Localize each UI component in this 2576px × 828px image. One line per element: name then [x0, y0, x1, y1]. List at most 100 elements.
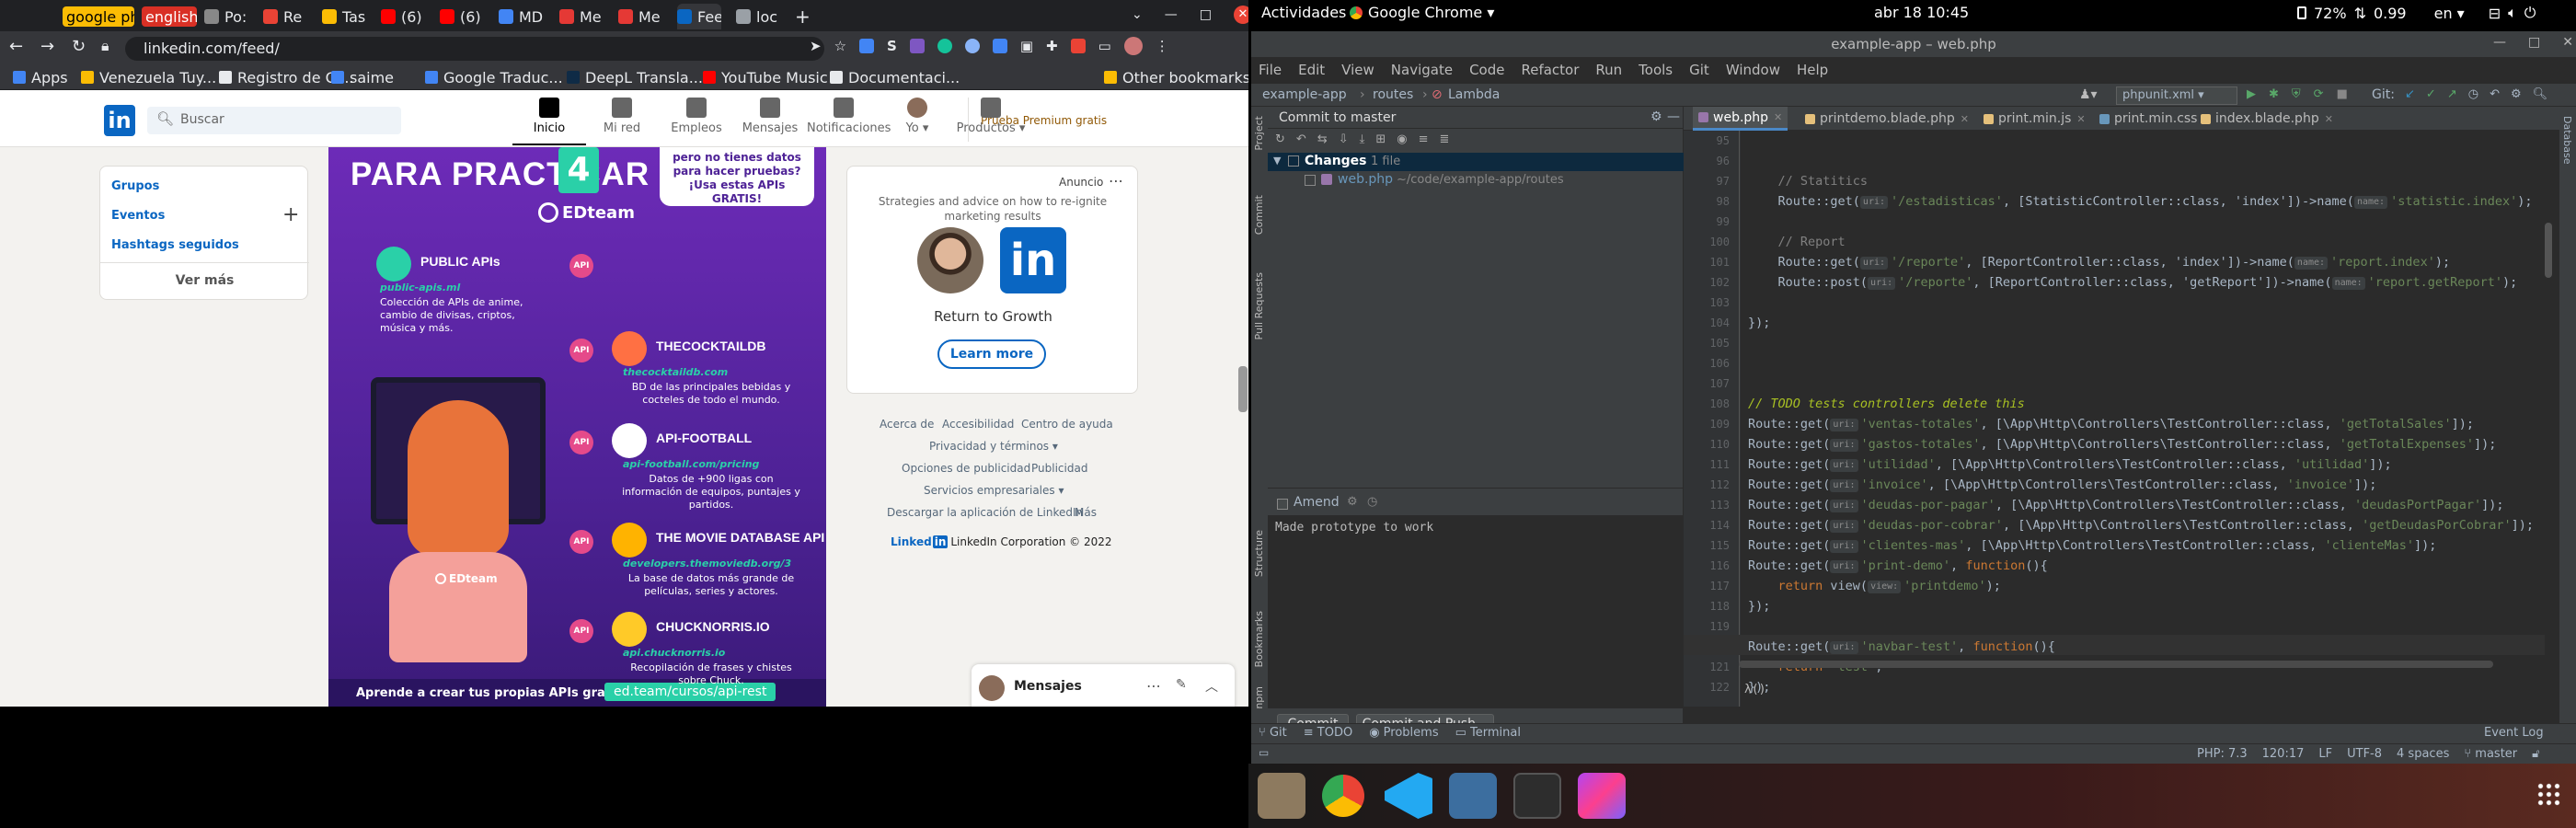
rollback-icon[interactable]: ↶ [1296, 132, 1306, 146]
maximize-icon[interactable]: □ [1200, 7, 1212, 22]
ad-learn-more-button[interactable]: Learn more [937, 339, 1046, 369]
browser-tab[interactable]: Me [559, 4, 604, 29]
status-position[interactable]: 120:17 [2262, 747, 2305, 761]
commit-message-input[interactable]: Made prototype to work [1268, 515, 1684, 708]
lambda-crumb[interactable]: λ() [1744, 683, 1765, 696]
keyboard-layout[interactable]: en ▾ [2434, 5, 2465, 22]
footer-link[interactable]: Más [1075, 506, 1097, 519]
status-encoding[interactable]: UTF-8 [2347, 747, 2382, 761]
nav-item-4[interactable]: Notificaciones [807, 98, 891, 145]
tool-window-2[interactable]: Pull Requests [1253, 272, 1265, 339]
debug-icon[interactable]: ✱ [2269, 87, 2279, 101]
tool-database[interactable]: Database [2561, 116, 2573, 165]
editor-scrollbar[interactable] [2545, 223, 2552, 278]
browser-tab[interactable]: MD [499, 4, 545, 29]
phpstorm-icon[interactable] [1578, 773, 1626, 819]
editor-tab[interactable]: web.php ✕ [1693, 107, 1788, 131]
footer-link[interactable]: Acerca de [880, 418, 934, 431]
menu-item[interactable]: Edit [1298, 62, 1325, 78]
files-icon[interactable] [1258, 773, 1305, 819]
browser-tab[interactable]: english [142, 6, 197, 27]
footer-link[interactable]: Privacidad y términos ▾ [929, 440, 1058, 453]
browser-tab[interactable]: Po: [204, 4, 248, 29]
browser-tab[interactable]: Re [263, 4, 307, 29]
bookmark-item[interactable]: Documentaci... [830, 64, 960, 90]
menu-item[interactable]: Refactor [1521, 62, 1579, 78]
refresh-icon[interactable]: ↻ [1275, 132, 1285, 146]
apps-grid-icon[interactable] [2536, 782, 2562, 808]
editor-tab[interactable]: index.blade.php ✕ [2195, 107, 2339, 131]
sidebar-item-events[interactable]: Eventos [111, 209, 165, 223]
editor-tab[interactable]: print.min.js ✕ [1978, 107, 2091, 131]
status-indent[interactable]: 4 spaces [2397, 747, 2449, 761]
changes-expand-icon[interactable]: ▼ [1273, 155, 1281, 167]
status-layout-icon[interactable]: ▭ [1259, 746, 1269, 759]
git-commit-icon[interactable]: ✓ [2426, 87, 2436, 101]
event-log[interactable]: Event Log [2484, 726, 2544, 740]
tool-window-4[interactable]: Bookmarks [1253, 611, 1265, 667]
status-php[interactable]: PHP: 7.3 [2197, 747, 2248, 761]
active-app-menu[interactable]: Google Chrome ▾ [1350, 4, 1494, 21]
activities-button[interactable]: Actividades [1261, 4, 1346, 21]
crumb-project[interactable]: example-app [1262, 87, 1347, 102]
bookmark-item[interactable]: Apps [13, 64, 68, 90]
nav-item-2[interactable]: Empleos [660, 98, 733, 145]
footer-link[interactable]: Opciones de publicidad [902, 462, 1030, 475]
run-config-select[interactable]: phpunit.xml ▾ [2116, 86, 2237, 105]
ext-s-icon[interactable]: S [887, 38, 897, 54]
run-icon[interactable]: ▶ [2247, 87, 2256, 101]
sidebar-item-hashtags[interactable]: Hashtags seguidos [111, 238, 239, 252]
back-icon[interactable]: ← [9, 37, 23, 56]
tab-close-icon[interactable]: ✕ [1961, 113, 1969, 125]
bookmark-item[interactable]: YouTube Music [703, 64, 828, 90]
nav-item-5[interactable]: Yo ▾ [880, 98, 954, 145]
profile-icon[interactable]: ⟳ [2314, 87, 2324, 101]
bottom-tool-3[interactable]: ▭ Terminal [1455, 726, 1521, 740]
send-tab-icon[interactable]: ➤ [810, 38, 822, 54]
tool-window-3[interactable]: Structure [1253, 530, 1265, 577]
minimize-icon[interactable]: — [1165, 7, 1178, 22]
commit-panel-gear-icon[interactable]: ⚙ [1650, 109, 1662, 124]
browser-tab[interactable]: Fee [677, 4, 721, 29]
tool-window-1[interactable]: Commit [1253, 195, 1265, 235]
address-bar[interactable]: linkedin.com/feed/ [125, 37, 824, 61]
ext-slack-icon[interactable] [859, 39, 875, 53]
bookmark-item[interactable]: Google Traduc... [425, 64, 563, 90]
git-rollback-icon[interactable]: ↶ [2490, 87, 2500, 101]
status-eol[interactable]: LF [2318, 747, 2332, 761]
footer-link[interactable]: Centro de ayuda [1021, 418, 1113, 431]
menu-item[interactable]: Help [1797, 62, 1828, 78]
nav-item-1[interactable]: Mi red [585, 98, 659, 145]
collapse-all-icon[interactable]: ≣ [1440, 132, 1450, 146]
bookmark-item[interactable]: DeepL Transla... [567, 64, 703, 90]
footer-link[interactable]: Accesibilidad [942, 418, 1014, 431]
linkedin-logo[interactable]: in [104, 105, 135, 136]
tool-window-0[interactable]: Project [1253, 116, 1265, 151]
close-window-button[interactable]: ✕ [1233, 6, 1248, 24]
menu-item[interactable]: Code [1469, 62, 1504, 78]
ext-box-icon[interactable]: ▣ [1020, 38, 1033, 54]
bookmark-star-icon[interactable]: ☆ [834, 38, 846, 54]
ext-red-icon[interactable] [1070, 39, 1086, 53]
amend-gear-icon[interactable]: ⚙ [1347, 495, 1358, 509]
profile-avatar[interactable] [1123, 37, 1143, 55]
bottom-tool-0[interactable]: ⑂ Git [1259, 726, 1287, 740]
ide-minimize-icon[interactable]: — [2493, 35, 2506, 50]
chrome-dock-icon[interactable] [1322, 775, 1364, 817]
messaging-more-icon[interactable]: ⋯ [1146, 677, 1161, 695]
compose-icon[interactable]: ✎ [1176, 677, 1187, 692]
menu-item[interactable]: Window [1726, 62, 1780, 78]
group-icon[interactable]: ⊞ [1375, 132, 1386, 146]
messaging-bar[interactable]: Mensajes ⋯ ✎ ︿ [972, 664, 1235, 707]
changed-file-row[interactable]: web.php ~/code/example-app/routes [1268, 171, 1684, 190]
ide-maximize-icon[interactable]: □ [2528, 35, 2540, 50]
diff-icon[interactable]: ⇆ [1317, 132, 1328, 146]
search-input[interactable]: 🔍︎ Buscar [147, 107, 401, 134]
vcs-user-icon[interactable]: ♟▾ [2079, 87, 2098, 102]
changes-checkbox[interactable] [1288, 155, 1299, 167]
terminal-icon[interactable] [1513, 773, 1561, 819]
browser-tab[interactable]: (6) [440, 4, 484, 29]
menu-item[interactable]: Run [1595, 62, 1622, 78]
amend-checkbox[interactable] [1277, 499, 1288, 510]
extensions-puzzle-icon[interactable]: ✚ [1046, 38, 1058, 54]
